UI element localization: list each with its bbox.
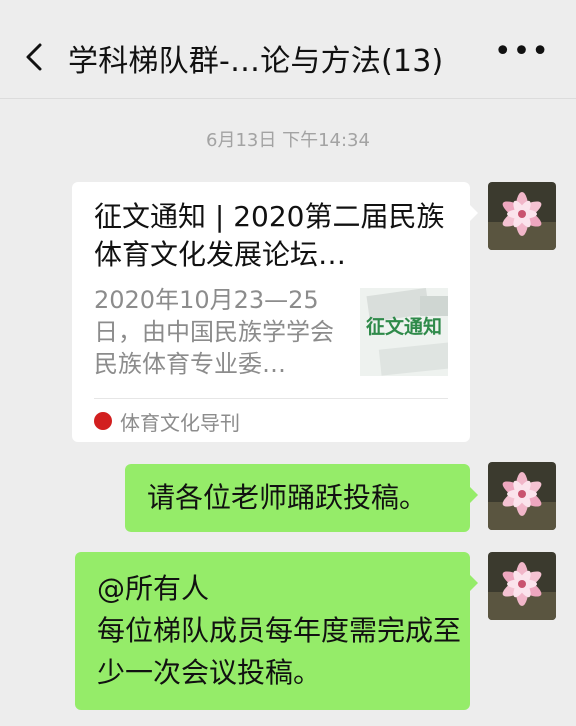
message-body: 每位梯队成员每年度需完成至少一次会议投稿。 [97, 614, 462, 689]
chat-header: 学科梯队群-…论与方法(13) ••• [0, 14, 576, 99]
more-icon[interactable]: ••• [494, 34, 550, 69]
card-divider [94, 398, 448, 399]
avatar[interactable] [488, 552, 556, 620]
message-text: @所有人 每位梯队成员每年度需完成至少一次会议投稿。 [97, 568, 470, 694]
card-thumbnail: 征文通知 [360, 288, 448, 376]
source-logo-icon [94, 412, 112, 430]
message-timestamp: 6月13日 下午14:34 [206, 130, 370, 151]
back-chevron-icon[interactable] [22, 42, 46, 72]
lily-avatar-image [488, 462, 556, 530]
card-title: 征文通知 | 2020第二届民族体育文化发展论坛… [94, 200, 445, 271]
bubble-tail [469, 204, 478, 222]
bubble-tail [469, 486, 478, 504]
mention-all: @所有人 [97, 572, 210, 605]
source-name: 体育文化导刊 [120, 410, 240, 435]
text-message[interactable]: @所有人 每位梯队成员每年度需完成至少一次会议投稿。 [75, 552, 478, 710]
avatar[interactable] [488, 462, 556, 530]
chat-title: 学科梯队群-…论与方法(13) [68, 44, 444, 79]
avatar[interactable] [488, 182, 556, 250]
status-bar [0, 0, 576, 14]
lily-avatar-image [488, 552, 556, 620]
card-source: 体育文化导刊 [94, 408, 240, 435]
lily-avatar-image [488, 182, 556, 250]
thumbnail-text: 征文通知 [366, 315, 442, 338]
card-description: 2020年10月23—25日，由中国民族学学会民族体育专业委… [94, 286, 334, 378]
message-text: 请各位老师踊跃投稿。 [147, 481, 428, 514]
bubble-tail [469, 574, 478, 592]
link-card-message[interactable]: 征文通知 | 2020第二届民族体育文化发展论坛… 2020年10月23—25日… [72, 182, 478, 442]
text-message[interactable]: 请各位老师踊跃投稿。 [125, 464, 478, 532]
